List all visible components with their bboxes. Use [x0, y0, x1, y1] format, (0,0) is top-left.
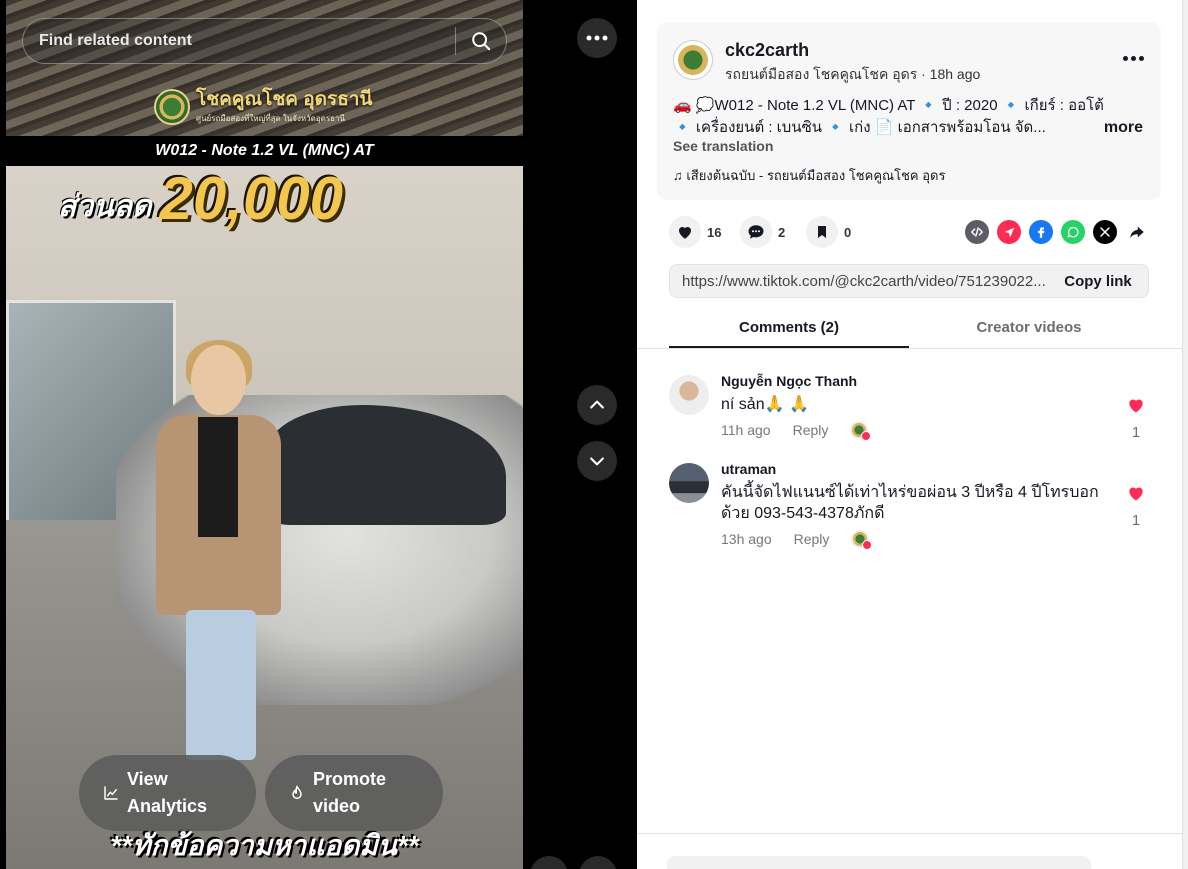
discount-overlay: ส่วนลด 20,000	[58, 168, 343, 230]
send-icon[interactable]	[997, 220, 1021, 244]
share-icon[interactable]	[1125, 220, 1149, 244]
author-subtitle: รถยนต์มือสอง โชคคูณโชค อุดร · 18h ago	[725, 66, 981, 82]
comment-like-count: 1	[1131, 424, 1141, 441]
x-icon[interactable]	[1093, 220, 1117, 244]
more-horizontal-icon	[586, 35, 608, 41]
video-link-url[interactable]: https://www.tiktok.com/@ckc2carth/video/…	[670, 273, 1048, 290]
post-description-line2: 🔹 เครื่องยนต์ : เบนซิน 🔹 เก่ง 📄 เอกสารพร…	[673, 119, 1046, 136]
comment-button[interactable]: 2	[740, 216, 785, 248]
video-logo-banner: โชคคูณโชค อุดรธานี ศูนย์รถมือสองที่ใหญ่ท…	[154, 84, 374, 130]
chevron-up-icon	[590, 400, 604, 409]
see-translation-link[interactable]: See translation	[673, 138, 773, 154]
commenter-name[interactable]: Nguyễn Ngọc Thanh	[721, 373, 857, 389]
post-description: 🚗 💭W012 - Note 1.2 VL (MNC) AT 🔹 ปี : 20…	[673, 95, 1143, 139]
like-count: 16	[707, 224, 722, 240]
description-more-link[interactable]: more	[1104, 117, 1143, 139]
video-logo-subtitle: ศูนย์รถมือสองที่ใหญ่ที่สุด ในจังหวัดอุดร…	[196, 113, 345, 123]
app-root: โชคคูณโชค อุดรธานี ศูนย์รถมือสองที่ใหญ่ท…	[0, 0, 1188, 869]
author-avatar[interactable]	[673, 40, 713, 80]
video-control-button-right[interactable]	[579, 856, 617, 869]
promote-video-label: Promote video	[313, 769, 387, 816]
save-count: 0	[844, 224, 852, 240]
comment-item: Nguyễn Ngọc Thanh ní sản🙏 🙏 11h ago Repl…	[669, 373, 1149, 443]
comment-meta: 13h ago Reply	[721, 530, 873, 550]
previous-video-button[interactable]	[577, 385, 617, 425]
comment-input[interactable]	[667, 856, 1091, 869]
reply-button[interactable]: Reply	[793, 422, 829, 438]
embed-icon[interactable]	[965, 220, 989, 244]
comment-like-button[interactable]: 1	[1125, 395, 1147, 441]
creator-liked-badge-icon	[850, 421, 872, 441]
like-button[interactable]: 16	[669, 216, 721, 248]
search-input[interactable]	[23, 32, 455, 50]
facebook-icon[interactable]	[1029, 220, 1053, 244]
chevron-down-icon	[590, 457, 604, 466]
comment-count: 2	[778, 224, 786, 240]
discount-label: ส่วนลด	[58, 190, 152, 223]
tab-creator-videos[interactable]: Creator videos	[909, 312, 1149, 348]
commenter-name[interactable]: utraman	[721, 461, 776, 477]
comment-item: utraman คันนี้จัดไฟแนนซ์ได้เท่าไหร่ขอผ่อ…	[669, 461, 1149, 551]
post-description-line1: 🚗 💭W012 - Note 1.2 VL (MNC) AT 🔹 ปี : 20…	[673, 97, 1104, 114]
dealer-logo-icon	[154, 89, 190, 125]
video-column: โชคคูณโชค อุดรธานี ศูนย์รถมือสองที่ใหญ่ท…	[0, 0, 637, 869]
video-model-title: W012 - Note 1.2 VL (MNC) AT	[6, 136, 523, 166]
video-link-box: https://www.tiktok.com/@ckc2carth/video/…	[669, 264, 1149, 298]
comment-time: 13h ago	[721, 531, 772, 547]
post-more-button[interactable]	[1119, 48, 1147, 68]
comment-meta: 11h ago Reply	[721, 421, 872, 441]
bookmark-icon	[806, 216, 838, 248]
commenter-avatar[interactable]	[669, 375, 709, 415]
heart-icon	[669, 216, 701, 248]
video-player[interactable]: โชคคูณโชค อุดรธานี ศูนย์รถมือสองที่ใหญ่ท…	[6, 0, 523, 869]
heart-filled-icon	[1129, 399, 1143, 413]
tab-bar: Comments (2) Creator videos	[637, 312, 1182, 349]
comment-icon	[740, 216, 772, 248]
music-link[interactable]: ♫ เสียงต้นฉบับ - รถยนต์มือสอง โชคคูณโชค …	[673, 165, 945, 186]
post-info-card: ckc2carth รถยนต์มือสอง โชคคูณโชค อุดร · …	[657, 22, 1161, 200]
comment-like-button[interactable]: 1	[1125, 483, 1147, 529]
view-analytics-button[interactable]: View Analytics	[79, 755, 256, 831]
discount-amount: 20,000	[159, 165, 344, 232]
video-logo-title: โชคคูณโชค อุดรธานี	[196, 88, 373, 110]
reply-button[interactable]: Reply	[794, 531, 830, 547]
page-scrollbar[interactable]	[1182, 0, 1188, 869]
comment-text: ní sản🙏 🙏	[721, 396, 809, 413]
comment-time: 11h ago	[721, 422, 771, 438]
heart-filled-icon	[1129, 487, 1143, 501]
video-scene-presenter	[156, 340, 281, 775]
video-bottom-caption: **ทักข้อความหาแอดมิน**	[110, 830, 419, 861]
action-bar: 16 2 0	[669, 216, 1149, 248]
search-bar[interactable]	[22, 18, 507, 64]
whatsapp-icon[interactable]	[1061, 220, 1085, 244]
detail-panel: ckc2carth รถยนต์มือสอง โชคคูณโชค อุดร · …	[637, 0, 1182, 869]
comment-composer-bar	[637, 833, 1182, 869]
video-more-options-button[interactable]	[577, 18, 617, 58]
next-video-button[interactable]	[577, 441, 617, 481]
view-analytics-label: View Analytics	[127, 769, 208, 816]
search-icon	[472, 32, 491, 51]
analytics-icon	[104, 786, 118, 800]
comment-like-count: 1	[1131, 512, 1141, 529]
author-name[interactable]: ckc2carth	[725, 40, 809, 61]
comment-text: คันนี้จัดไฟแนนซ์ได้เท่าไหร่ขอผ่อน 3 ปีหร…	[721, 484, 1099, 522]
creator-liked-badge-icon	[851, 530, 873, 550]
promote-video-button[interactable]: Promote video	[265, 755, 443, 831]
save-button[interactable]: 0	[806, 216, 851, 248]
tab-comments[interactable]: Comments (2)	[669, 312, 909, 348]
commenter-avatar[interactable]	[669, 463, 709, 503]
search-button[interactable]	[456, 18, 506, 64]
video-control-button-left[interactable]	[530, 856, 568, 869]
copy-link-button[interactable]: Copy link	[1048, 273, 1148, 290]
flame-icon	[292, 785, 302, 800]
